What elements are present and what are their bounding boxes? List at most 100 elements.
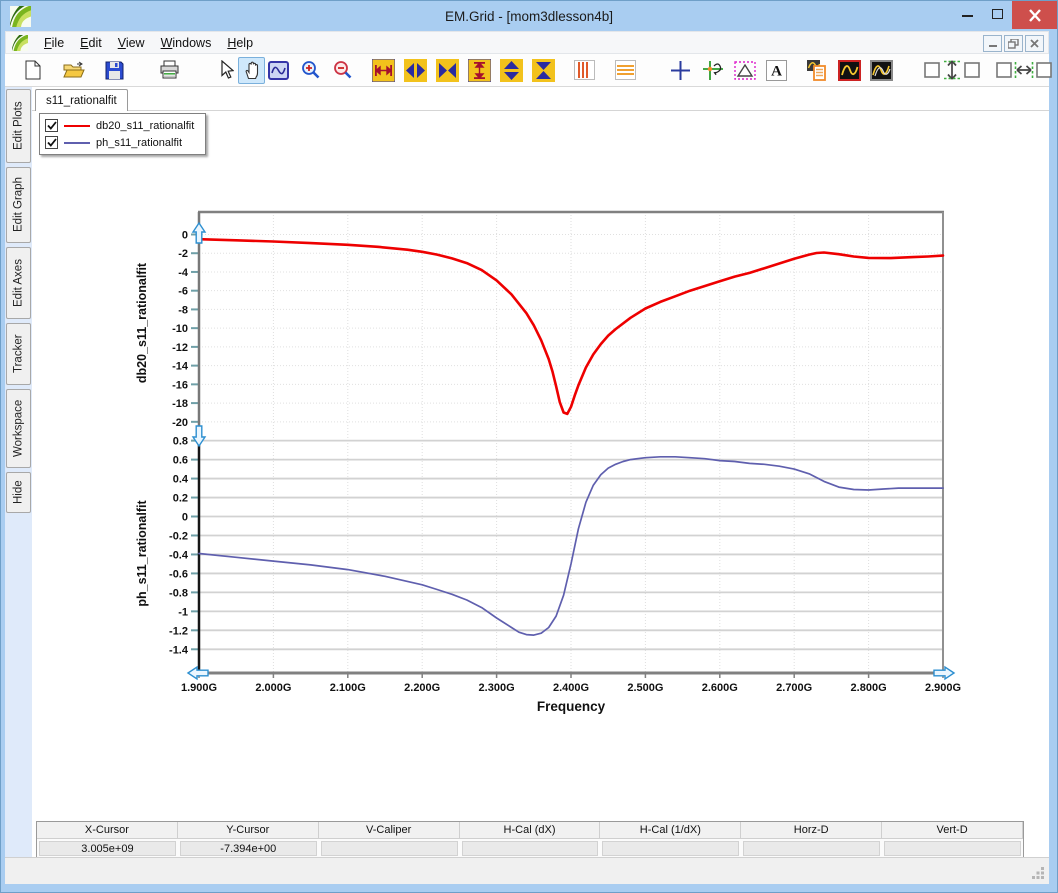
align-vertical-button[interactable]	[923, 57, 981, 84]
menu-windows[interactable]: Windows	[153, 33, 220, 53]
zoom-out-button[interactable]	[329, 57, 356, 84]
arrows-out-x-button[interactable]	[402, 57, 429, 84]
align-horizontal-button[interactable]	[995, 57, 1053, 84]
window-title: EM.Grid - [mom3dlesson4b]	[1, 9, 1057, 24]
legend-line-sample-ph	[64, 142, 90, 144]
axes-tracker-button[interactable]	[699, 57, 726, 84]
svg-text:1.900G: 1.900G	[181, 682, 217, 694]
svg-text:2.100G: 2.100G	[330, 682, 366, 694]
svg-text:0: 0	[182, 229, 188, 241]
close-icon	[1028, 9, 1042, 22]
svg-text:2.800G: 2.800G	[851, 682, 887, 694]
main-area: Edit Plots Edit Graph Edit Axes Tracker …	[5, 87, 1049, 884]
arrows-out-y-icon	[500, 59, 523, 82]
maximize-icon	[992, 9, 1003, 19]
plot-canvas: s11_rationalfit db20_s11_rationalfit ph_…	[32, 87, 1049, 857]
svg-text:-16: -16	[172, 379, 188, 391]
sidebar-item-edit-axes[interactable]: Edit Axes	[6, 247, 31, 319]
arrows-in-y-button[interactable]	[530, 57, 557, 84]
zoom-region-button[interactable]	[265, 57, 292, 84]
chart-plot-area: 0-2-4-6-8-10-12-14-16-18-20db20_s11_rati…	[122, 201, 972, 731]
tab-bar: s11_rationalfit	[32, 87, 1049, 111]
close-button[interactable]	[1012, 1, 1057, 29]
maximize-button[interactable]	[982, 1, 1012, 23]
shape-annotation-button[interactable]	[731, 57, 758, 84]
arrows-in-y-icon	[532, 59, 555, 82]
check-icon	[47, 138, 57, 147]
vertical-markers-button[interactable]	[571, 57, 598, 84]
single-trace-window-button[interactable]	[836, 57, 863, 84]
svg-text:2.000G: 2.000G	[255, 682, 291, 694]
new-file-button[interactable]	[19, 57, 46, 84]
legend-label-db20: db20_s11_rationalfit	[96, 120, 194, 132]
save-file-button[interactable]	[101, 57, 128, 84]
horizontal-markers-button[interactable]	[612, 57, 639, 84]
legend-panel-icon	[806, 59, 829, 82]
pan-hand-button[interactable]	[238, 57, 265, 84]
align-horizontal-icon	[996, 60, 1052, 80]
svg-text:db20_s11_rationalfit: db20_s11_rationalfit	[135, 262, 149, 383]
child-restore-button[interactable]	[1004, 35, 1023, 52]
print-button[interactable]	[156, 57, 183, 84]
print-icon	[159, 60, 180, 80]
status-col-horz-d: Horz-D	[741, 822, 882, 838]
menu-help[interactable]: Help	[219, 33, 261, 53]
legend-checkbox-ph[interactable]	[45, 136, 58, 149]
tab-s11-rationalfit[interactable]: s11_rationalfit	[35, 89, 128, 111]
child-restore-icon	[1008, 39, 1019, 49]
sidebar-item-edit-plots[interactable]: Edit Plots	[6, 89, 31, 163]
svg-text:-1.2: -1.2	[169, 625, 188, 637]
legend-label-ph: ph_s11_rationalfit	[96, 137, 182, 149]
axis-drag-handle	[193, 426, 205, 446]
legend-checkbox-db20[interactable]	[45, 119, 58, 132]
status-value-hcal-dx	[462, 841, 599, 856]
svg-text:2.300G: 2.300G	[479, 682, 515, 694]
menu-file[interactable]: File	[36, 33, 72, 53]
zoom-in-button[interactable]	[297, 57, 324, 84]
save-file-icon	[105, 61, 124, 80]
select-cursor-button[interactable]	[211, 57, 238, 84]
svg-text:2.700G: 2.700G	[776, 682, 812, 694]
status-value-hcal-1dx	[602, 841, 739, 856]
sidebar-item-hide[interactable]: Hide	[6, 472, 31, 513]
svg-text:-1.4: -1.4	[169, 644, 189, 656]
status-col-vert-d: Vert-D	[882, 822, 1023, 838]
open-file-button[interactable]	[60, 57, 87, 84]
legend-entry: ph_s11_rationalfit	[45, 134, 200, 151]
multi-trace-window-button[interactable]	[868, 57, 895, 84]
status-col-x-cursor: X-Cursor	[37, 822, 178, 838]
child-close-button[interactable]	[1025, 35, 1044, 52]
status-col-v-caliper: V-Caliper	[319, 822, 460, 838]
minimize-button[interactable]	[952, 1, 982, 23]
svg-text:0.4: 0.4	[173, 474, 189, 486]
legend-panel-button[interactable]	[804, 57, 831, 84]
pan-hand-icon	[242, 60, 261, 80]
sidebar-item-tracker[interactable]: Tracker	[6, 323, 31, 385]
svg-text:-1: -1	[178, 606, 188, 618]
arrows-in-x-button[interactable]	[434, 57, 461, 84]
svg-text:-4: -4	[178, 267, 189, 279]
sidebar-item-edit-graph[interactable]: Edit Graph	[6, 167, 31, 243]
menu-edit[interactable]: Edit	[72, 33, 110, 53]
svg-text:-10: -10	[172, 323, 188, 335]
expand-x-full-button[interactable]	[370, 57, 397, 84]
svg-text:2.600G: 2.600G	[702, 682, 738, 694]
arrows-out-y-button[interactable]	[498, 57, 525, 84]
svg-text:-6: -6	[178, 286, 188, 298]
resize-grip[interactable]	[1030, 865, 1046, 881]
status-header-row: X-Cursor Y-Cursor V-Caliper H-Cal (dX) H…	[37, 822, 1023, 839]
document-logo-icon	[12, 35, 28, 51]
axes-tracker-icon	[702, 60, 724, 81]
sidebar-item-workspace[interactable]: Workspace	[6, 389, 31, 468]
horizontal-markers-icon	[615, 60, 636, 80]
text-annotation-button[interactable]: A	[763, 57, 790, 84]
child-minimize-button[interactable]	[983, 35, 1002, 52]
expand-y-full-button[interactable]	[466, 57, 493, 84]
svg-text:2.400G: 2.400G	[553, 682, 589, 694]
svg-text:2.900G: 2.900G	[925, 682, 961, 694]
legend-line-sample-db20	[64, 125, 90, 127]
menu-view[interactable]: View	[110, 33, 153, 53]
svg-text:0.6: 0.6	[173, 455, 188, 467]
crosshair-button[interactable]	[667, 57, 694, 84]
multi-trace-window-icon	[870, 60, 893, 81]
